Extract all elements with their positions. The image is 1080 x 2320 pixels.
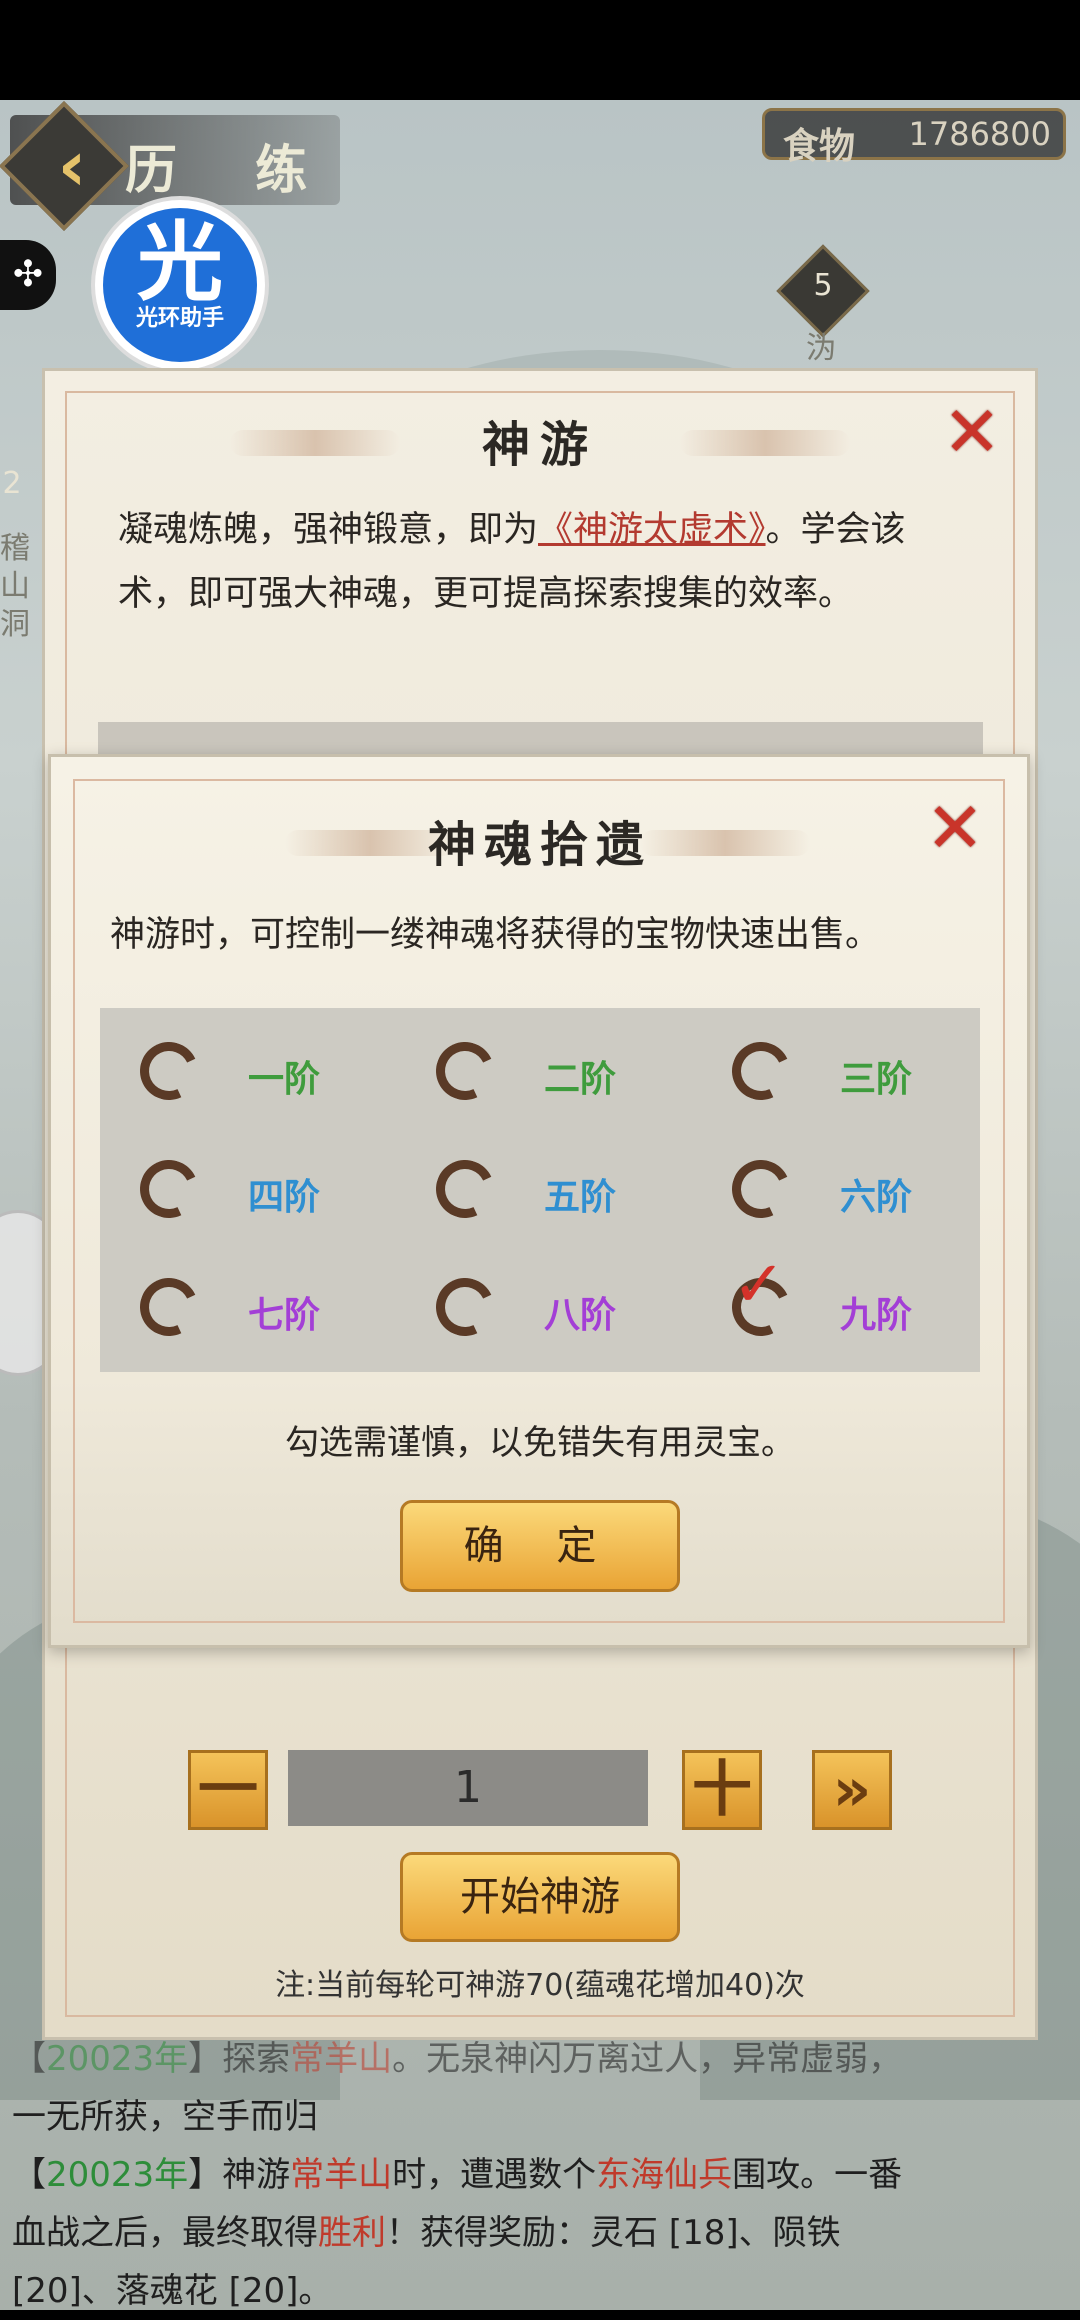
checkbox-ring-icon[interactable]: [427, 1269, 503, 1345]
tier-label: 四阶: [248, 1176, 321, 1218]
warning-text: 勾选需谨慎，以免错失有用灵宝。: [285, 1423, 795, 1463]
overlay-description: 神游时，可控制一缕神魂将获得的宝物快速出售。: [110, 915, 881, 955]
tier-label: 七阶: [248, 1294, 321, 1336]
checkbox-ring-icon[interactable]: [723, 1033, 799, 1109]
map-node-label: 沩: [806, 331, 836, 366]
page-title: 历 练: [125, 140, 338, 201]
checkbox-ring-icon[interactable]: [131, 1033, 207, 1109]
log-line: 血战之后，最终取得胜利！获得奖励：灵石 [18]、陨铁: [12, 2213, 841, 2253]
tier-label: 八阶: [544, 1294, 617, 1336]
tier-option-5[interactable]: 五阶: [396, 1151, 676, 1236]
log-line: 【20023年】探索常羊山。无泉神闪万离过人，异常虚弱，: [12, 2039, 903, 2079]
tier-option-7[interactable]: 七阶: [100, 1269, 380, 1354]
food-value: 1786800: [908, 115, 1051, 153]
tier-label: 九阶: [840, 1294, 913, 1336]
map-node-number: 5: [813, 268, 833, 303]
tier-option-3[interactable]: 三阶: [692, 1033, 972, 1118]
tier-label: 三阶: [840, 1058, 913, 1100]
tier-label: 一阶: [248, 1058, 321, 1100]
log-line: [20]、落魂花 [20]。: [12, 2271, 333, 2311]
checkbox-ring-icon[interactable]: [131, 1269, 207, 1345]
desc-text: 凝魂炼魄，强神锻意，即为: [118, 510, 539, 550]
event-log: 【20023年】探索常羊山。无泉神闪万离过人，异常虚弱， 一无所获，空手而归 【…: [12, 2030, 1072, 2320]
log-line: 一无所获，空手而归: [12, 2097, 318, 2137]
tier-option-6[interactable]: 六阶: [692, 1151, 972, 1236]
tier-option-4[interactable]: 四阶: [100, 1151, 380, 1236]
puzzle-icon[interactable]: ✣: [0, 240, 56, 310]
tier-grid: 一阶 二阶 三阶 四阶 五阶 六阶 七阶 八阶 ✓ 九阶: [100, 1008, 980, 1372]
skill-link[interactable]: 《神游太虚术》: [538, 510, 766, 550]
map-node-label: 稽山洞: [0, 531, 30, 642]
close-icon[interactable]: ✕: [942, 397, 1002, 467]
checkbox-ring-icon[interactable]: [131, 1151, 207, 1227]
logo-subtitle: 光环助手: [135, 306, 224, 331]
tier-label: 二阶: [544, 1058, 617, 1100]
start-shenyou-button[interactable]: 开始神游: [400, 1852, 680, 1942]
checkbox-ring-icon[interactable]: [427, 1033, 503, 1109]
attempts-note: 注:当前每轮可神游70(蕴魂花增加40)次: [275, 1968, 805, 2003]
close-icon[interactable]: ✕: [925, 793, 985, 863]
assistant-logo[interactable]: 光 光环助手: [95, 200, 265, 370]
checkmark-icon: ✓: [732, 1248, 786, 1322]
back-arrow-icon: ‹: [57, 125, 87, 207]
checkbox-ring-icon[interactable]: [427, 1151, 503, 1227]
confirm-button[interactable]: 确 定: [400, 1500, 680, 1592]
minus-button[interactable]: 一: [188, 1750, 268, 1830]
tier-option-8[interactable]: 八阶: [396, 1269, 676, 1354]
plus-button[interactable]: 十: [682, 1750, 762, 1830]
overlay-title: 神魂拾遗: [427, 817, 652, 873]
food-counter: 食物 1786800: [762, 108, 1066, 167]
tier-option-9[interactable]: ✓ 九阶: [692, 1248, 972, 1354]
max-button[interactable]: »: [812, 1750, 892, 1830]
tier-label: 五阶: [544, 1176, 617, 1218]
tier-label: 六阶: [840, 1176, 913, 1218]
quantity-field[interactable]: 1: [288, 1750, 648, 1826]
log-line: 【20023年】神游常羊山时，遭遇数个东海仙兵围攻。一番: [12, 2155, 903, 2195]
tier-option-1[interactable]: 一阶: [100, 1033, 380, 1118]
dialog-title: 神游: [481, 417, 598, 473]
dialog-description: 凝魂炼魄，强神锻意，即为《神游太虚术》。学会该术，即可强大神魂，更可提高探索搜集…: [118, 498, 968, 626]
checkbox-ring-icon[interactable]: [723, 1151, 799, 1227]
food-label: 食物: [783, 125, 856, 167]
tier-option-2[interactable]: 二阶: [396, 1033, 676, 1118]
